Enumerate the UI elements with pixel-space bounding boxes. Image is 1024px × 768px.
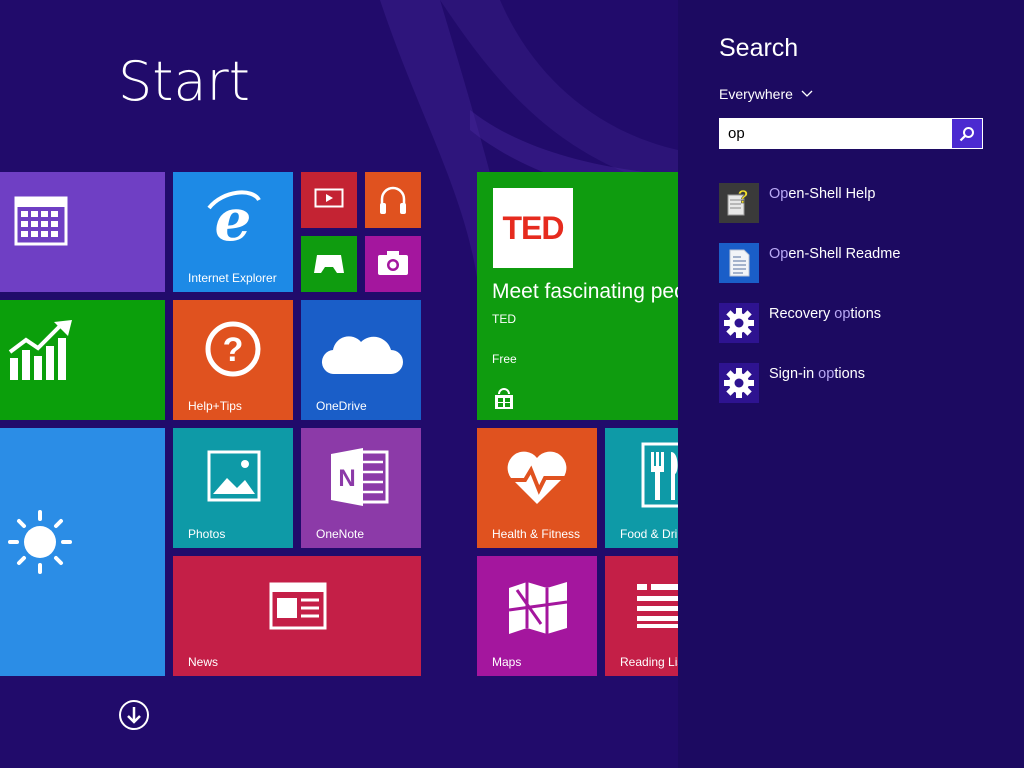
tile-video[interactable] <box>301 172 357 228</box>
svg-text:?: ? <box>738 187 749 207</box>
search-icon <box>959 126 974 141</box>
tile-maps[interactable]: Maps <box>477 556 597 676</box>
tile-label: News <box>188 655 219 669</box>
tile-label: Reading Lis <box>620 655 678 669</box>
search-result-label: Sign-in options <box>769 366 865 382</box>
fork-knife-icon <box>641 442 678 508</box>
gear-icon <box>719 303 759 343</box>
ted-logo-text: TED <box>502 209 565 246</box>
tile-finance[interactable] <box>0 300 165 420</box>
search-scope-dropdown[interactable]: Everywhere <box>719 86 813 102</box>
chevron-down-icon <box>801 90 813 97</box>
search-result-sign-in-options[interactable]: Sign-in options <box>719 363 1009 403</box>
search-title: Search <box>719 34 799 62</box>
search-result-label: Recovery options <box>769 306 881 322</box>
store-icon <box>495 388 513 409</box>
tile-label: Food & Dri <box>620 527 678 541</box>
gear-icon <box>719 363 759 403</box>
search-result-open-shell-help[interactable]: ? Open-Shell Help <box>719 183 1009 223</box>
reading-list-icon <box>637 584 678 628</box>
tile-calendar[interactable] <box>0 172 165 292</box>
tile-label: Health & Fitness <box>492 527 581 541</box>
start-title: Start <box>118 50 250 113</box>
calendar-icon <box>14 196 68 246</box>
tile-help-tips[interactable]: ? Help+Tips <box>173 300 293 420</box>
tile-camera[interactable] <box>365 236 421 292</box>
tile-internet-explorer[interactable]: e Internet Explorer <box>173 172 293 292</box>
search-result-pre: Sign-in <box>769 366 819 382</box>
search-result-match: op <box>818 366 835 382</box>
search-result-match: Op <box>769 186 789 202</box>
photo-icon <box>207 450 261 502</box>
tile-label: Help+Tips <box>188 399 242 413</box>
news-icon <box>269 582 327 630</box>
video-icon <box>314 188 344 208</box>
ted-headline: Meet fascinating peo <box>492 280 678 303</box>
map-icon <box>508 582 568 634</box>
search-result-match: op <box>834 306 851 322</box>
tile-music[interactable] <box>365 172 421 228</box>
tile-onenote[interactable]: N OneNote <box>301 428 421 548</box>
tile-label: OneDrive <box>316 399 367 413</box>
tile-news[interactable]: News <box>173 556 421 676</box>
search-result-rest: tions <box>850 306 882 322</box>
search-input[interactable] <box>720 119 951 148</box>
sun-icon <box>8 510 72 574</box>
search-result-pre: Recovery <box>769 306 835 322</box>
search-scope-label: Everywhere <box>719 86 793 102</box>
start-screen: Start e Internet Explorer ? Help+Tips On… <box>0 0 678 768</box>
document-icon <box>719 243 759 283</box>
camera-icon <box>378 251 408 275</box>
tile-food-drink[interactable]: Food & Dri <box>605 428 678 548</box>
ted-logo: TED <box>493 188 573 268</box>
tile-label: OneNote <box>316 527 365 541</box>
onenote-icon: N <box>331 448 389 506</box>
tile-ted[interactable]: TED Meet fascinating peo TED Free <box>477 172 678 420</box>
tile-onedrive[interactable]: OneDrive <box>301 300 421 420</box>
search-result-label: Open-Shell Readme <box>769 246 900 262</box>
internet-explorer-icon: e <box>207 190 261 252</box>
tile-label: Internet Explorer <box>188 271 277 285</box>
search-button[interactable] <box>951 119 982 148</box>
ted-publisher: TED <box>492 312 516 326</box>
search-result-rest: en-Shell Help <box>788 186 876 202</box>
search-result-match: Op <box>769 246 789 262</box>
search-result-label: Open-Shell Help <box>769 186 875 202</box>
tile-games[interactable] <box>301 236 357 292</box>
cloud-icon <box>321 336 403 375</box>
ted-price: Free <box>492 352 517 366</box>
headphones-icon <box>380 186 406 214</box>
heart-icon <box>507 451 567 504</box>
search-result-rest: en-Shell Readme <box>788 246 901 262</box>
finance-chart-icon <box>8 320 72 380</box>
tile-weather[interactable] <box>0 428 165 676</box>
tile-photos[interactable]: Photos <box>173 428 293 548</box>
help-file-icon: ? <box>719 183 759 223</box>
search-charm-pane: Search Everywhere ? Open-Shell Help <box>678 0 1024 768</box>
search-result-recovery-options[interactable]: Recovery options <box>719 303 1009 343</box>
svg-text:?: ? <box>223 331 244 369</box>
search-box <box>719 118 983 149</box>
question-icon: ? <box>205 321 261 377</box>
tile-reading-list[interactable]: Reading Lis <box>605 556 678 676</box>
all-apps-arrow-icon[interactable] <box>118 699 150 731</box>
search-result-rest: tions <box>834 366 865 382</box>
tile-label: Photos <box>188 527 226 541</box>
search-result-open-shell-readme[interactable]: Open-Shell Readme <box>719 243 1009 283</box>
tile-label: Maps <box>492 655 522 669</box>
svg-text:N: N <box>338 465 355 492</box>
xbox-controller-icon <box>314 255 344 273</box>
tile-health-fitness[interactable]: Health & Fitness <box>477 428 597 548</box>
